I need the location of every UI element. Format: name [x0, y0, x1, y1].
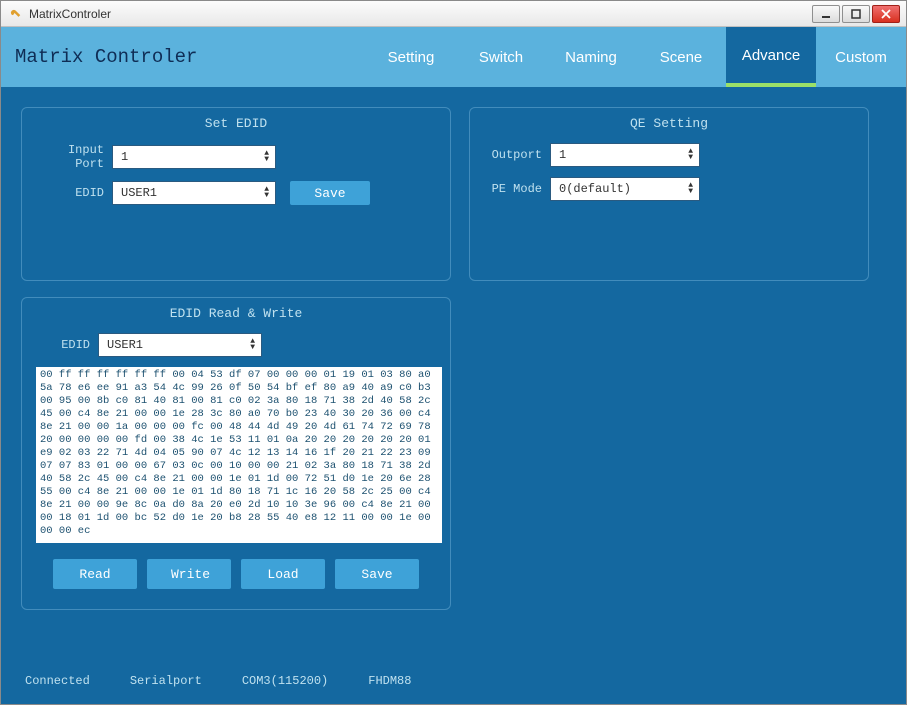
tab-custom[interactable]: Custom: [816, 27, 906, 87]
tab-setting[interactable]: Setting: [366, 27, 456, 87]
input-port-value: 1: [121, 150, 128, 164]
save-edid-button[interactable]: Save: [290, 181, 370, 205]
status-port-info: COM3(115200): [242, 674, 328, 688]
label-outport: Outport: [484, 148, 550, 162]
panel-set-edid: Set EDID Input Port 1 ▲▼ EDID USER1 ▲▼ S…: [21, 107, 451, 281]
label-input-port: Input Port: [36, 143, 112, 171]
spinner-edid[interactable]: USER1 ▲▼: [112, 181, 276, 205]
panel-edid-rw: EDID Read & Write EDID USER1 ▲▼ 00 ff ff…: [21, 297, 451, 610]
load-button[interactable]: Load: [241, 559, 325, 589]
tab-naming[interactable]: Naming: [546, 27, 636, 87]
spinner-pe-mode[interactable]: 0(default) ▲▼: [550, 177, 700, 201]
panel-title-qe: QE Setting: [484, 116, 854, 131]
chevron-updown-icon: ▲▼: [264, 187, 269, 199]
panel-title-set-edid: Set EDID: [36, 116, 436, 131]
outport-value: 1: [559, 148, 566, 162]
close-button[interactable]: [872, 5, 900, 23]
spinner-rw-edid[interactable]: USER1 ▲▼: [98, 333, 262, 357]
label-rw-edid: EDID: [58, 338, 98, 352]
window-title: MatrixControler: [29, 7, 810, 21]
header-banner: Matrix Controler Setting Switch Naming S…: [1, 27, 906, 87]
nav-tabs: Setting Switch Naming Scene Advance Cust…: [366, 27, 906, 87]
maximize-button[interactable]: [842, 5, 870, 23]
status-port-type: Serialport: [130, 674, 202, 688]
write-button[interactable]: Write: [147, 559, 231, 589]
chevron-updown-icon: ▲▼: [688, 183, 693, 195]
edid-value: USER1: [121, 186, 157, 200]
spinner-outport[interactable]: 1 ▲▼: [550, 143, 700, 167]
label-pe-mode: PE Mode: [484, 182, 550, 196]
spinner-input-port[interactable]: 1 ▲▼: [112, 145, 276, 169]
panel-title-rw: EDID Read & Write: [36, 306, 436, 321]
status-bar: Connected Serialport COM3(115200) FHDM88: [25, 674, 411, 688]
status-connection: Connected: [25, 674, 90, 688]
client-area: Set EDID Input Port 1 ▲▼ EDID USER1 ▲▼ S…: [1, 87, 906, 704]
panel-qe-setting: QE Setting Outport 1 ▲▼ PE Mode 0(defaul…: [469, 107, 869, 281]
chevron-updown-icon: ▲▼: [264, 151, 269, 163]
tab-advance[interactable]: Advance: [726, 27, 816, 87]
rw-edid-value: USER1: [107, 338, 143, 352]
tab-switch[interactable]: Switch: [456, 27, 546, 87]
titlebar: MatrixControler: [1, 1, 906, 27]
app-window: MatrixControler Matrix Controler Setting…: [0, 0, 907, 705]
app-brand: Matrix Controler: [15, 46, 366, 68]
pe-mode-value: 0(default): [559, 182, 631, 196]
edid-hex-textarea[interactable]: 00 ff ff ff ff ff ff 00 04 53 df 07 00 0…: [36, 367, 442, 543]
label-edid: EDID: [36, 186, 112, 200]
chevron-updown-icon: ▲▼: [688, 149, 693, 161]
read-button[interactable]: Read: [53, 559, 137, 589]
minimize-button[interactable]: [812, 5, 840, 23]
tab-scene[interactable]: Scene: [636, 27, 726, 87]
status-model: FHDM88: [368, 674, 411, 688]
save-button[interactable]: Save: [335, 559, 419, 589]
chevron-updown-icon: ▲▼: [250, 339, 255, 351]
app-icon: [7, 6, 23, 22]
